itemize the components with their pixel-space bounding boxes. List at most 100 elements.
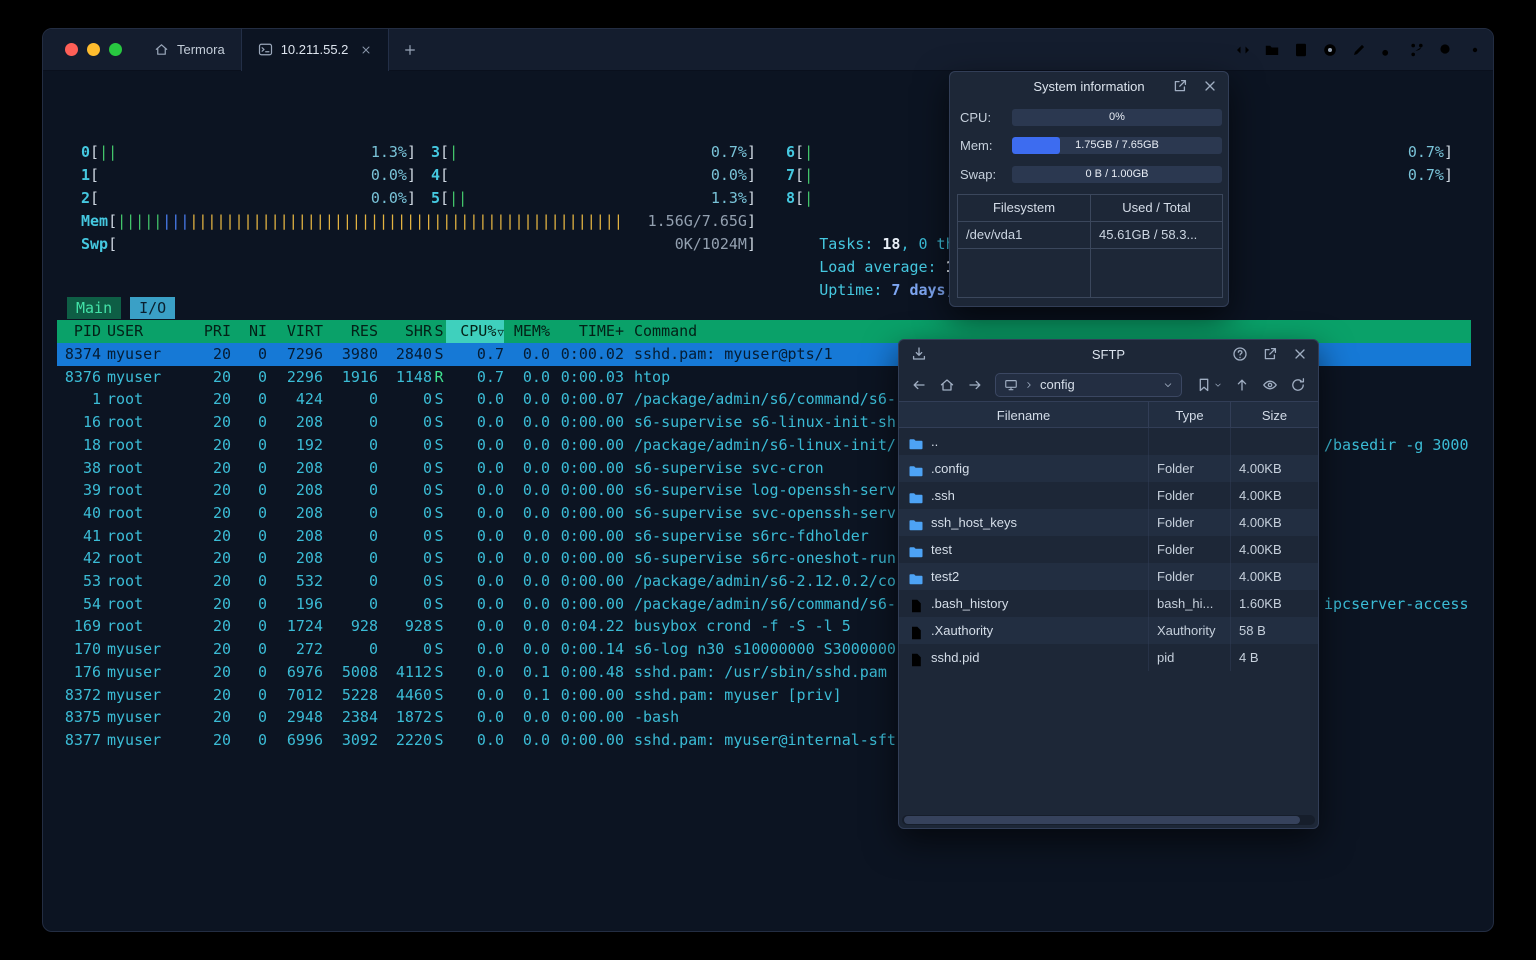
cell-time: 0:00.00 xyxy=(560,458,624,477)
column-header-s[interactable]: S xyxy=(432,320,446,343)
file-row[interactable]: .ssh Folder 4.00KB xyxy=(899,482,1318,509)
column-header-virt[interactable]: VIRT xyxy=(267,320,323,343)
minimize-window-button[interactable] xyxy=(87,43,100,56)
cell-res: 0 xyxy=(368,640,378,659)
key-icon[interactable] xyxy=(1380,42,1396,58)
filesystem-table: Filesystem Used / Total /dev/vda1 45.61GB … xyxy=(957,194,1223,298)
open-in-window-icon[interactable] xyxy=(1172,78,1188,94)
forward-icon[interactable] xyxy=(967,377,983,393)
file-type: Folder xyxy=(1149,482,1231,509)
column-header-time[interactable]: TIME+ xyxy=(550,320,624,343)
file-row[interactable]: .. xyxy=(899,428,1318,455)
record-icon[interactable] xyxy=(1322,42,1338,58)
sftp-header[interactable]: SFTP xyxy=(899,340,1318,368)
code-icon[interactable] xyxy=(1235,42,1251,58)
cell-res: 928 xyxy=(350,617,378,636)
settings-icon[interactable] xyxy=(1467,42,1483,58)
screen-tab-main[interactable]: Main xyxy=(67,297,122,319)
close-window-button[interactable] xyxy=(65,43,78,56)
file-name: .config xyxy=(931,461,970,476)
chevron-down-icon[interactable] xyxy=(1214,381,1222,389)
folder-icon xyxy=(908,434,924,450)
screen-tab-i-o[interactable]: I/O xyxy=(130,297,176,319)
cell-ni: 0 xyxy=(257,481,267,500)
column-header-type[interactable]: Type xyxy=(1149,402,1231,427)
column-header-ni[interactable]: NI xyxy=(231,320,267,343)
bookmark-menu[interactable] xyxy=(1196,377,1222,393)
search-icon[interactable] xyxy=(1438,42,1454,58)
cell-mem: 0.0 xyxy=(522,481,550,500)
column-header-res[interactable]: RES xyxy=(323,320,378,343)
maximize-window-button[interactable] xyxy=(109,43,122,56)
close-tab-icon[interactable] xyxy=(360,44,372,56)
tab-session[interactable]: 10.211.55.2 xyxy=(240,29,390,71)
column-header-pri[interactable]: PRI xyxy=(193,320,231,343)
column-header-filename[interactable]: Filename xyxy=(899,402,1149,427)
close-icon[interactable] xyxy=(1202,78,1218,94)
cell-user: root xyxy=(107,526,144,545)
file-name: .bash_history xyxy=(931,596,1009,611)
cell-shr: 0 xyxy=(422,572,432,590)
cell-pid: 41 xyxy=(82,526,101,545)
refresh-icon[interactable] xyxy=(1290,377,1306,393)
memory-meter: Mem[||||||||||||||||||||||||||||||||||||… xyxy=(81,212,756,230)
horizontal-scrollbar[interactable] xyxy=(902,815,1315,825)
show-hidden-icon[interactable] xyxy=(1262,377,1278,393)
fs-column-header: Filesystem xyxy=(958,195,1091,221)
cell-pri: 20 xyxy=(212,458,231,477)
scrollbar-thumb[interactable] xyxy=(904,816,1301,824)
cell-virt: 208 xyxy=(295,549,323,568)
cell-cpu: 0.7 xyxy=(476,345,504,363)
column-header-size[interactable]: Size xyxy=(1231,402,1318,427)
swap-meter: Swp[0K/1024M] xyxy=(81,235,756,253)
bookmark-icon[interactable] xyxy=(1196,377,1212,393)
window-controls xyxy=(43,43,138,56)
log-icon[interactable] xyxy=(1293,42,1309,58)
file-row[interactable]: .config Folder 4.00KB xyxy=(899,455,1318,482)
cell-ni: 0 xyxy=(257,708,267,727)
system-info-header[interactable]: System information xyxy=(950,72,1228,100)
cell-virt: 1724 xyxy=(286,617,323,636)
column-header-mem[interactable]: MEM% xyxy=(504,320,550,343)
cell-shr: 928 xyxy=(404,617,432,636)
cell-mem: 0.1 xyxy=(522,662,550,681)
cell-res: 0 xyxy=(368,435,378,454)
path-bar[interactable]: config xyxy=(995,372,1182,397)
cell-pri: 20 xyxy=(212,367,231,386)
tab-termora[interactable]: Termora xyxy=(138,29,241,71)
file-row[interactable]: sshd.pid pid 4 B xyxy=(899,644,1318,671)
tab-label: 10.211.55.2 xyxy=(280,42,349,57)
cell-s: S xyxy=(434,413,444,432)
git-branch-icon[interactable] xyxy=(1409,42,1425,58)
column-header-cpu[interactable]: CPU%▽ xyxy=(446,320,504,343)
cell-pid: 169 xyxy=(73,617,101,636)
file-icon xyxy=(908,650,924,666)
new-tab-icon[interactable] xyxy=(403,43,417,57)
file-row[interactable]: ssh_host_keys Folder 4.00KB xyxy=(899,509,1318,536)
cell-pri: 20 xyxy=(212,662,231,681)
file-row[interactable]: .bash_history bash_hi... 1.60KB xyxy=(899,590,1318,617)
column-header-user[interactable]: USER xyxy=(101,320,193,343)
folder-icon[interactable] xyxy=(1264,42,1280,58)
path-separator-icon xyxy=(1024,380,1034,390)
open-in-window-icon[interactable] xyxy=(1262,346,1278,362)
file-row[interactable]: test2 Folder 4.00KB xyxy=(899,563,1318,590)
cell-pri: 20 xyxy=(212,345,231,363)
column-header-shr[interactable]: SHR xyxy=(378,320,432,343)
help-icon[interactable] xyxy=(1232,346,1248,362)
file-name: test2 xyxy=(931,569,960,584)
file-row[interactable]: test Folder 4.00KB xyxy=(899,536,1318,563)
chevron-down-icon[interactable] xyxy=(1163,380,1173,390)
cell-s: S xyxy=(434,594,444,613)
parent-directory-icon[interactable] xyxy=(1234,377,1250,393)
file-row[interactable]: .Xauthority Xauthority 58 B xyxy=(899,617,1318,644)
cell-shr: 4460 xyxy=(395,685,432,704)
filesystem-row: /dev/vda1 45.61GB / 58.3... xyxy=(958,222,1222,249)
back-icon[interactable] xyxy=(911,377,927,393)
pen-icon[interactable] xyxy=(1351,42,1367,58)
close-icon[interactable] xyxy=(1292,346,1308,362)
home-icon[interactable] xyxy=(939,377,955,393)
cell-cpu: 0.0 xyxy=(476,390,504,409)
cell-pri: 20 xyxy=(212,481,231,500)
column-header-pid[interactable]: PID xyxy=(57,320,101,343)
